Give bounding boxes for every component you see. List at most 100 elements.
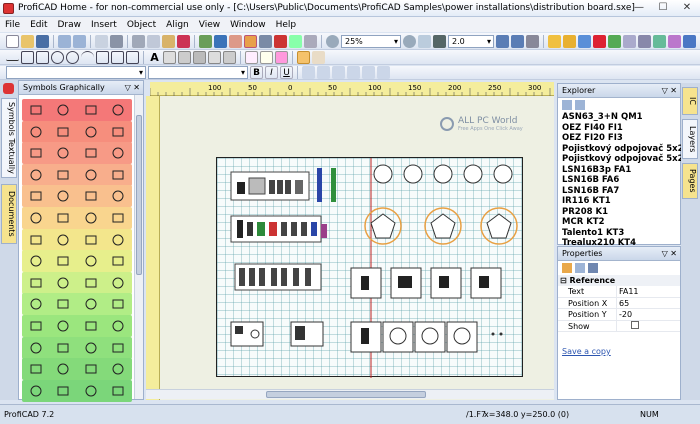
explorer-item[interactable]: PR208 K1 <box>558 207 680 218</box>
symbol-icon[interactable] <box>56 276 70 290</box>
rectangle-tool-icon[interactable] <box>36 50 49 64</box>
symbol-icon[interactable] <box>111 254 125 268</box>
breaker-row-3[interactable] <box>234 263 322 291</box>
layout-icon[interactable] <box>496 34 509 48</box>
align-right-icon[interactable] <box>347 66 360 79</box>
symbol-icon[interactable] <box>29 125 43 139</box>
component-icon[interactable] <box>608 34 621 48</box>
dimension-tool-icon[interactable] <box>126 50 139 64</box>
nav-up-icon[interactable] <box>562 100 572 110</box>
explorer-item[interactable]: Talento1 KT3 <box>558 228 680 239</box>
polygon-tool-icon[interactable] <box>96 50 109 64</box>
save-copy-link[interactable]: Save a copy <box>562 347 611 356</box>
zoom-out-icon[interactable] <box>403 34 416 48</box>
symbol-icon[interactable] <box>56 211 70 225</box>
symbol-icon[interactable] <box>84 341 98 355</box>
table-icon[interactable] <box>623 34 636 48</box>
symbol-row[interactable] <box>22 99 132 121</box>
symbol-icon[interactable] <box>84 168 98 182</box>
symbol-row[interactable] <box>22 228 132 251</box>
polyline-tool-icon[interactable] <box>21 50 34 64</box>
bulb-icon[interactable] <box>563 34 576 48</box>
property-row[interactable]: Position X 65 <box>558 297 680 309</box>
symbol-icon[interactable] <box>84 384 98 398</box>
symbol-row[interactable] <box>22 379 132 402</box>
symbol-icon[interactable] <box>111 146 125 160</box>
grid-icon[interactable] <box>289 34 302 48</box>
categorized-icon[interactable] <box>562 263 572 273</box>
symbol-row[interactable] <box>22 336 132 359</box>
close-button[interactable]: ✕ <box>676 1 698 15</box>
bottom-components[interactable] <box>230 321 503 353</box>
layout2-icon[interactable] <box>511 34 524 48</box>
horizontal-scrollbar[interactable] <box>146 389 554 399</box>
nav-down-icon[interactable] <box>575 100 585 110</box>
line-width-select[interactable]: 2.0 <box>448 34 494 48</box>
symbol-icon[interactable] <box>111 211 125 225</box>
pin-close-icon[interactable]: ▽ ✕ <box>125 81 140 94</box>
bezier-tool-icon[interactable] <box>111 50 124 64</box>
explorer-pin-close-icon[interactable]: ▽ ✕ <box>662 84 677 97</box>
text-tool-icon[interactable] <box>259 34 272 48</box>
arc-tool-icon[interactable] <box>81 50 94 64</box>
explorer-item[interactable]: Pojistkový odpojovač 5x20 <box>558 154 689 165</box>
zoom-fit-icon[interactable] <box>418 34 431 48</box>
symbol-icon[interactable] <box>111 125 125 139</box>
window-icon[interactable] <box>683 34 696 48</box>
symbol-icon[interactable] <box>84 276 98 290</box>
tab-pages[interactable]: Pages <box>682 163 698 199</box>
symbol-icon[interactable] <box>29 297 43 311</box>
symbol-icon[interactable] <box>29 319 43 333</box>
symbol-icon[interactable] <box>84 125 98 139</box>
symbol-row[interactable] <box>22 163 132 186</box>
symbol-icon[interactable] <box>84 319 98 333</box>
font-select[interactable] <box>6 66 146 79</box>
explorer-item[interactable]: LSN16B FA7 <box>558 186 680 197</box>
lamp-symbols-row[interactable] <box>373 164 513 184</box>
delete-icon[interactable] <box>177 34 190 48</box>
undo-icon[interactable] <box>58 34 71 48</box>
symbol-icon[interactable] <box>29 168 43 182</box>
paste-icon[interactable] <box>162 34 175 48</box>
pan-hand-icon[interactable] <box>312 50 325 64</box>
justify-icon[interactable] <box>362 66 375 79</box>
explorer-item[interactable]: LSN16B FA6 <box>558 175 680 186</box>
property-value[interactable] <box>616 320 680 331</box>
symbols-scrollbar[interactable] <box>134 95 143 399</box>
symbol-row[interactable] <box>22 250 132 273</box>
symbol-row[interactable] <box>22 142 132 165</box>
symbol-icon[interactable] <box>84 254 98 268</box>
symbol-icon[interactable] <box>29 341 43 355</box>
breaker-row-1[interactable] <box>230 168 336 202</box>
symbol-icon[interactable] <box>111 384 125 398</box>
symbol-icon[interactable] <box>111 297 125 311</box>
chart-icon[interactable] <box>638 34 651 48</box>
symbol-icon[interactable] <box>111 233 125 247</box>
symbol-icon[interactable] <box>29 233 43 247</box>
symbol-icon[interactable] <box>56 146 70 160</box>
symbol-icon[interactable] <box>84 103 98 117</box>
property-value[interactable]: FA11 <box>616 286 680 297</box>
explorer-item[interactable]: MCR KT2 <box>558 217 680 228</box>
symbol-row[interactable] <box>22 293 132 316</box>
symbol-icon[interactable] <box>56 362 70 376</box>
symbol-icon[interactable] <box>56 384 70 398</box>
wire-icon[interactable] <box>163 50 176 64</box>
circle-tool-icon[interactable] <box>51 50 64 64</box>
zoom-in-icon[interactable] <box>326 34 339 48</box>
symbol-icon[interactable] <box>29 276 43 290</box>
symbol-row[interactable] <box>22 315 132 337</box>
symbol-icon[interactable] <box>29 103 43 117</box>
network-icon[interactable] <box>578 34 591 48</box>
symbol-icon[interactable] <box>56 341 70 355</box>
symbol-row[interactable] <box>22 185 132 208</box>
explorer-item[interactable]: ASN63_3+N QM1 <box>558 112 680 123</box>
symbol-row[interactable] <box>22 207 132 229</box>
check-icon[interactable] <box>653 34 666 48</box>
symbol-icon[interactable] <box>84 211 98 225</box>
menu-draw[interactable]: Draw <box>53 20 87 30</box>
text-a-icon[interactable]: A <box>148 51 161 64</box>
symbol-icon[interactable] <box>29 146 43 160</box>
print-preview-icon[interactable] <box>95 34 108 48</box>
note-icon[interactable] <box>260 50 273 64</box>
